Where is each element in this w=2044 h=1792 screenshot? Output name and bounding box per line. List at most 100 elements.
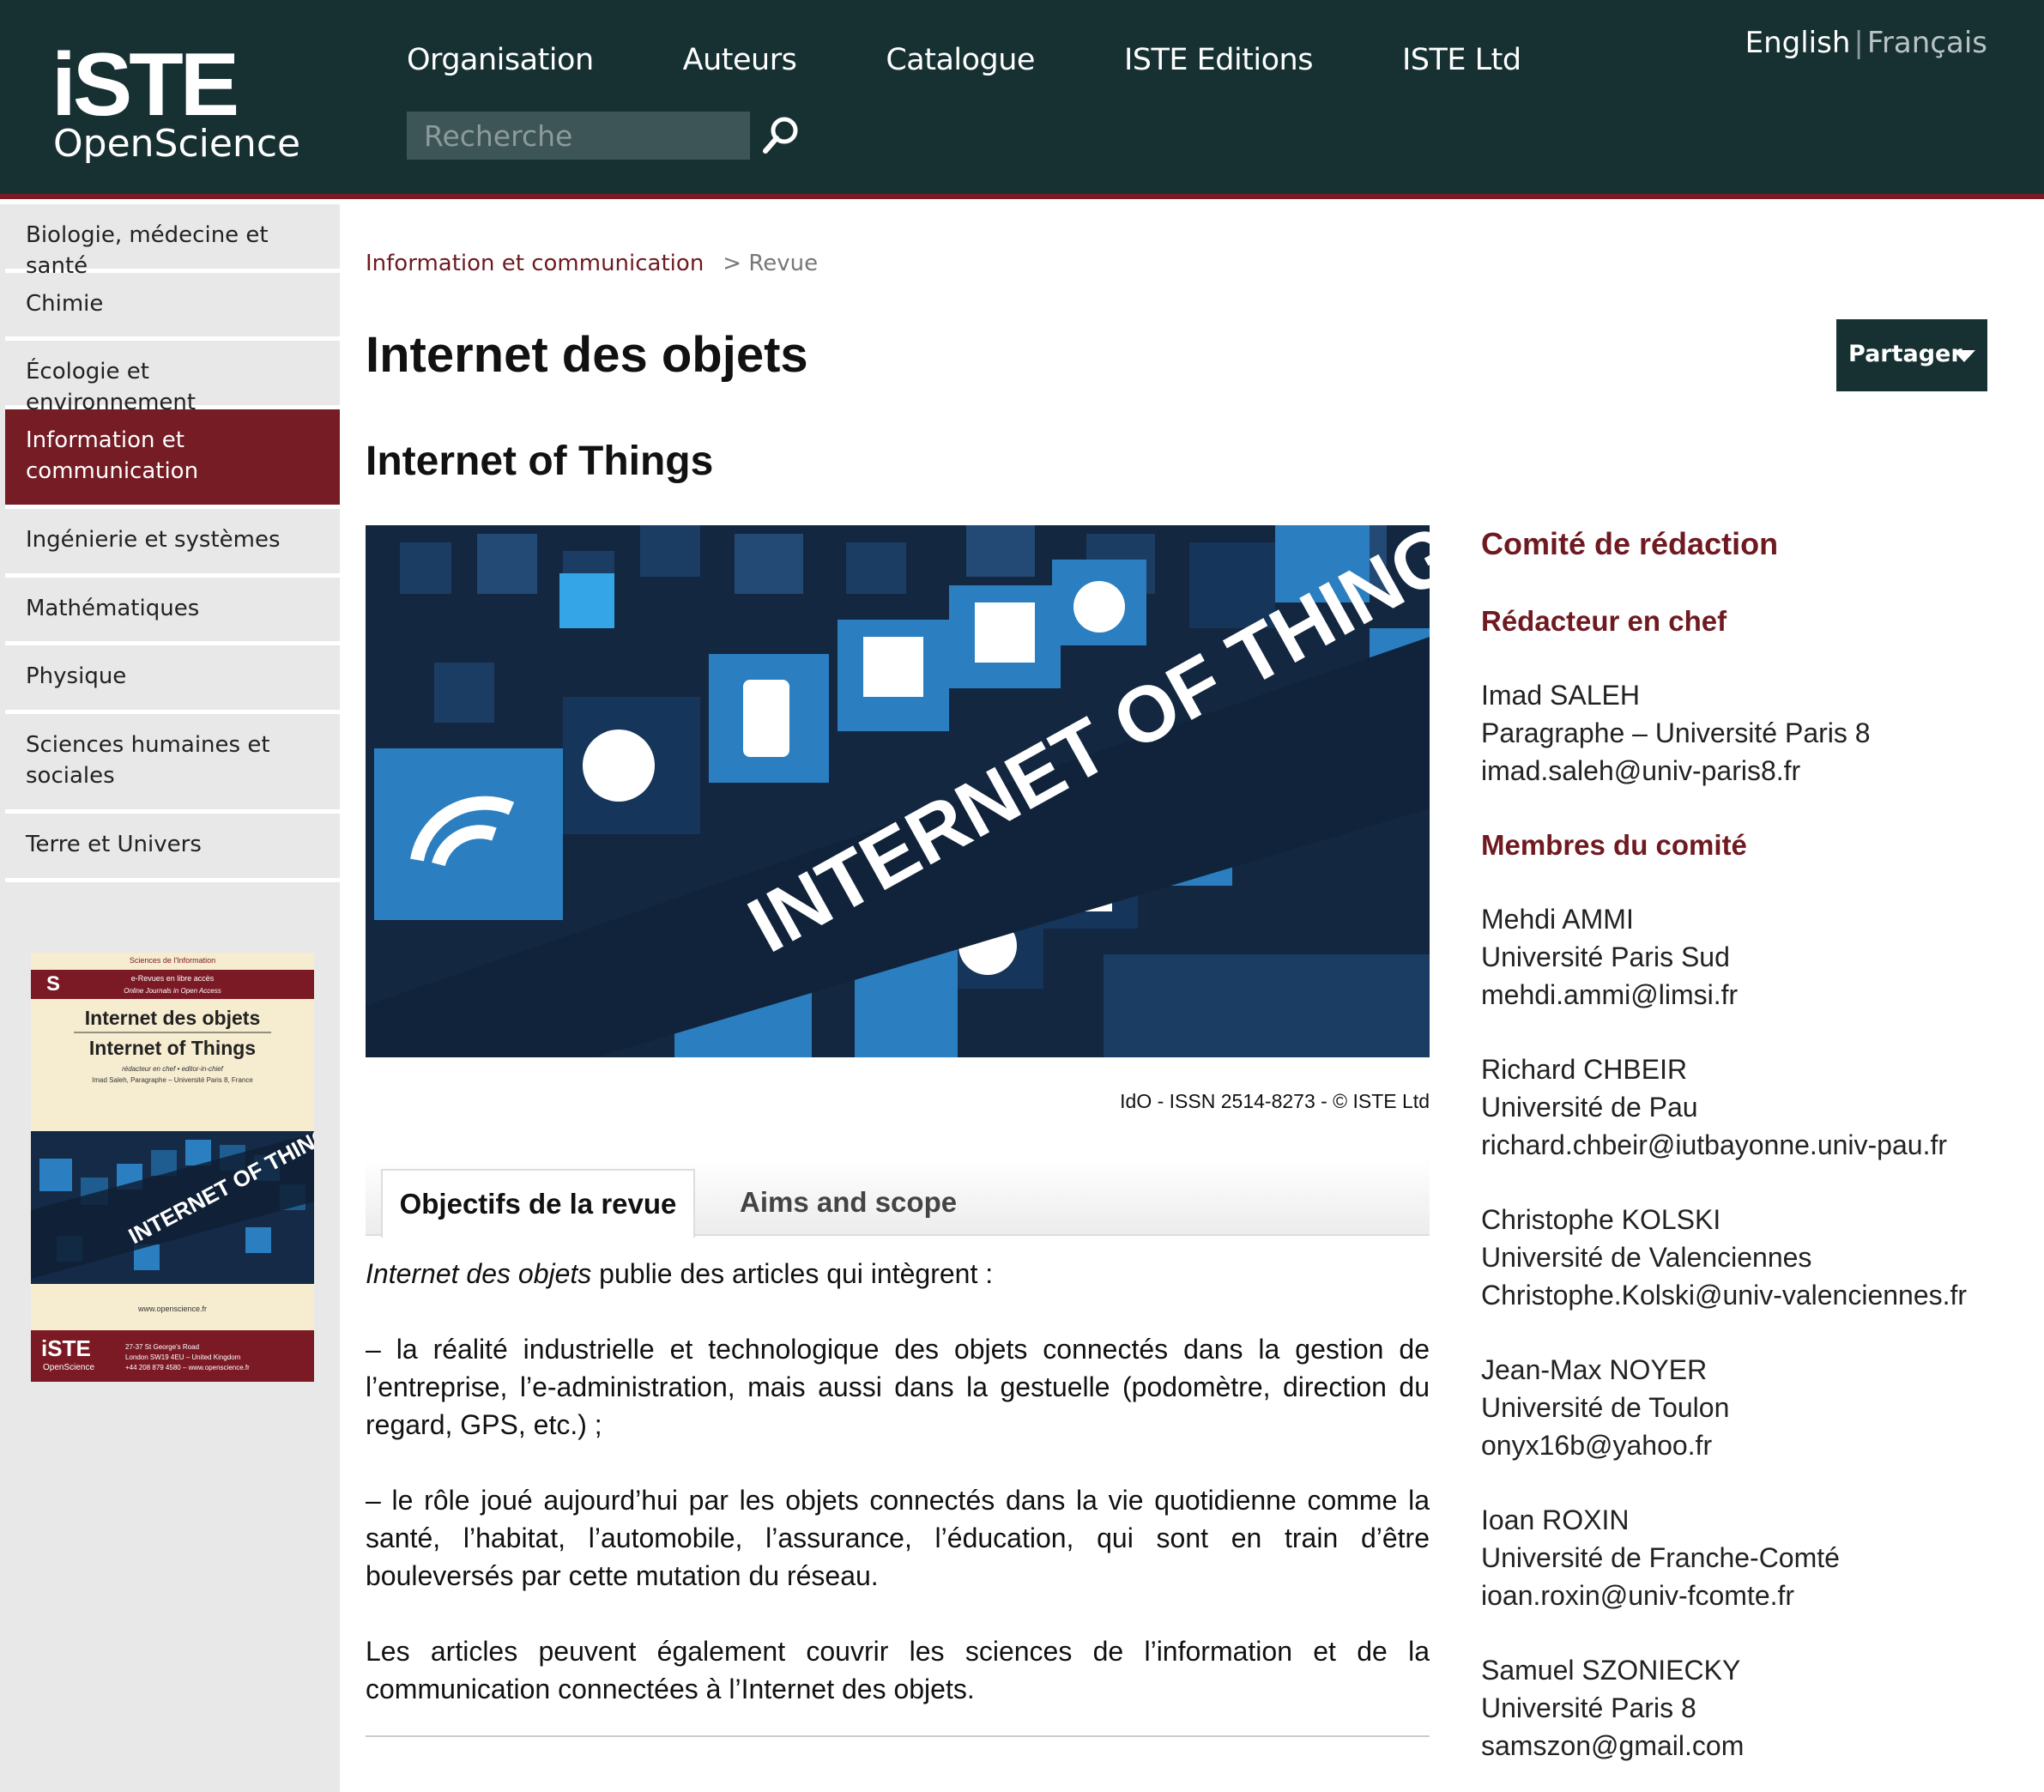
person-email[interactable]: Christophe.Kolski@univ-valenciennes.fr xyxy=(1481,1276,2030,1314)
description-point-1: – la réalité industrielle et technologiq… xyxy=(366,1334,1430,1440)
journal-subtitle: Internet of Things xyxy=(366,439,714,484)
tab-bar: Objectifs de la revue Aims and scope xyxy=(366,1159,1430,1238)
committee-member: Jean-Max NOYER Université de Toulon onyx… xyxy=(1481,1351,2030,1464)
sidebar-item-label: Terre et Univers xyxy=(26,832,202,857)
person-name: Jean-Max NOYER xyxy=(1481,1354,1708,1385)
sidebar-item-label: Ingénierie et systèmes xyxy=(26,527,281,553)
svg-text:Online Journals in Open Access: Online Journals in Open Access xyxy=(124,987,221,995)
person-affiliation: Université de Toulon xyxy=(1481,1392,1730,1423)
svg-text:Imad Saleh, Paragraphe – Unive: Imad Saleh, Paragraphe – Université Pari… xyxy=(92,1076,253,1084)
lang-separator: | xyxy=(1854,26,1864,60)
svg-text:www.openscience.fr: www.openscience.fr xyxy=(137,1305,207,1313)
person-affiliation: Paragraphe – Université Paris 8 xyxy=(1481,717,1871,748)
nav-catalogue[interactable]: Catalogue xyxy=(886,43,1035,77)
svg-text:e-Revues en libre accès: e-Revues en libre accès xyxy=(131,974,215,983)
svg-text:+44 208 879 4580 – www.opensci: +44 208 879 4580 – www.openscience.fr xyxy=(125,1364,250,1371)
committee-member: Christophe KOLSKI Université de Valencie… xyxy=(1481,1201,2030,1314)
breadcrumb-link-information[interactable]: Information et communication xyxy=(366,251,704,276)
sidebar-item-label: Information et communication xyxy=(26,427,199,484)
journal-description: Internet des objets publie des articles … xyxy=(366,1255,1430,1746)
person-affiliation: Université Paris 8 xyxy=(1481,1692,1696,1723)
language-switcher: English | Français xyxy=(1745,26,1987,60)
person-name: Christophe KOLSKI xyxy=(1481,1204,1721,1235)
person-affiliation: Université de Franche-Comté xyxy=(1481,1542,1840,1573)
sidebar-item-ingenierie[interactable]: Ingénierie et systèmes xyxy=(5,509,340,578)
sidebar-item-terre-univers[interactable]: Terre et Univers xyxy=(5,814,340,882)
person-affiliation: Université de Pau xyxy=(1481,1092,1698,1123)
committee-member: Richard CHBEIR Université de Pau richard… xyxy=(1481,1050,2030,1164)
share-button[interactable]: Partager xyxy=(1836,319,1987,391)
breadcrumb-current: Revue xyxy=(748,251,819,276)
members-heading: Membres du comité xyxy=(1481,829,1747,861)
main-nav: Organisation Auteurs Catalogue ISTE Edit… xyxy=(407,43,1611,77)
person-name: Samuel SZONIECKY xyxy=(1481,1655,1741,1686)
svg-text:27-37 St George's Road: 27-37 St George's Road xyxy=(125,1343,199,1351)
search-icon[interactable] xyxy=(759,112,803,160)
svg-text:Internet des objets: Internet des objets xyxy=(85,1007,260,1029)
svg-text:OpenScience: OpenScience xyxy=(53,122,300,163)
svg-text:OpenScience: OpenScience xyxy=(43,1363,94,1372)
committee-member: Samuel SZONIECKY Université Paris 8 sams… xyxy=(1481,1651,2030,1765)
sidebar-item-label: Sciences humaines et sociales xyxy=(26,732,270,789)
sidebar-item-mathematiques[interactable]: Mathématiques xyxy=(5,578,340,645)
caret-down-icon xyxy=(1953,350,1975,362)
svg-text:Internet of Things: Internet of Things xyxy=(89,1037,256,1059)
svg-text:London SW19 4EU – United Kingd: London SW19 4EU – United Kingdom xyxy=(125,1353,241,1361)
tab-objectifs[interactable]: Objectifs de la revue xyxy=(381,1169,695,1238)
person-name: Ioan ROXIN xyxy=(1481,1504,1630,1535)
person-email[interactable]: samszon@gmail.com xyxy=(1481,1727,2030,1765)
person-email[interactable]: ioan.roxin@univ-fcomte.fr xyxy=(1481,1577,2030,1614)
person-affiliation: Université de Valenciennes xyxy=(1481,1242,1812,1273)
person-name: Imad SALEH xyxy=(1481,680,1640,711)
committee-member: Ioan ROXIN Université de Franche-Comté i… xyxy=(1481,1501,2030,1614)
hero-image: INTERNET OF THINGS xyxy=(366,525,1430,1057)
description-intro-rest: publie des articles qui intègrent : xyxy=(591,1258,994,1289)
committee-member: Mehdi AMMI Université Paris Sud mehdi.am… xyxy=(1481,900,2030,1014)
person-email[interactable]: imad.saleh@univ-paris8.fr xyxy=(1481,752,2030,790)
site-header: iSTE OpenScience Organisation Auteurs Ca… xyxy=(0,0,2044,199)
person-email[interactable]: mehdi.ammi@limsi.fr xyxy=(1481,976,2030,1014)
sidebar-item-sciences-humaines[interactable]: Sciences humaines et sociales xyxy=(5,714,340,814)
nav-organisation[interactable]: Organisation xyxy=(407,43,594,77)
nav-auteurs[interactable]: Auteurs xyxy=(683,43,797,77)
person-name: Mehdi AMMI xyxy=(1481,904,1634,935)
journal-cover-image[interactable]: Sciences de l'Information S e-Revues en … xyxy=(31,953,314,1382)
person-affiliation: Université Paris Sud xyxy=(1481,941,1730,972)
journal-name-em: Internet des objets xyxy=(366,1258,592,1289)
sidebar-item-ecologie[interactable]: Écologie et environnement xyxy=(5,341,340,415)
sidebar-item-chimie[interactable]: Chimie xyxy=(5,273,340,341)
image-caption: IdO - ISSN 2514-8273 - © ISTE Ltd xyxy=(1120,1090,1430,1112)
person-name: Richard CHBEIR xyxy=(1481,1054,1688,1085)
share-label: Partager xyxy=(1848,341,1962,367)
lang-english-link[interactable]: English xyxy=(1745,26,1851,60)
sidebar-item-physique[interactable]: Physique xyxy=(5,645,340,714)
nav-iste-ltd[interactable]: ISTE Ltd xyxy=(1402,43,1521,77)
svg-text:iSTE: iSTE xyxy=(41,1335,91,1361)
sidebar-item-information[interactable]: Information et communication xyxy=(5,409,340,509)
person-email[interactable]: onyx16b@yahoo.fr xyxy=(1481,1426,2030,1464)
chief-editor: Imad SALEH Paragraphe – Université Paris… xyxy=(1481,676,2030,790)
svg-text:rédacteur en chef • editor-in-: rédacteur en chef • editor-in-chief xyxy=(122,1065,224,1073)
description-intro: Internet des objets publie des articles … xyxy=(366,1255,1430,1293)
sidebar-item-label: Chimie xyxy=(26,291,104,317)
breadcrumb: Information et communication > Revue xyxy=(366,251,818,276)
nav-iste-editions[interactable]: ISTE Editions xyxy=(1124,43,1314,77)
chief-editor-heading: Rédacteur en chef xyxy=(1481,605,1727,637)
iste-openscience-logo[interactable]: iSTE OpenScience xyxy=(51,46,343,163)
sidebar-item-biologie[interactable]: Biologie, médecine et santé xyxy=(5,204,340,279)
lang-francais-link[interactable]: Français xyxy=(1867,26,1987,60)
description-point-2: – le rôle joué aujourd’hui par les objet… xyxy=(366,1485,1430,1591)
search-input[interactable]: Recherche xyxy=(407,112,750,160)
committee-heading: Comité de rédaction xyxy=(1481,526,1779,561)
editorial-committee: Comité de rédaction Rédacteur en chef Im… xyxy=(1481,525,2030,1792)
svg-text:S: S xyxy=(46,972,60,996)
content-divider xyxy=(366,1735,1430,1737)
person-email[interactable]: richard.chbeir@iutbayonne.univ-pau.fr xyxy=(1481,1126,2030,1164)
svg-text:Sciences de l'Information: Sciences de l'Information xyxy=(130,956,215,965)
tab-aims-scope[interactable]: Aims and scope xyxy=(740,1169,957,1238)
sidebar-menu: Biologie, médecine et santé Chimie Écolo… xyxy=(5,204,340,882)
page-title: Internet des objets xyxy=(366,327,808,383)
description-closing: Les articles peuvent également couvrir l… xyxy=(366,1636,1430,1704)
sidebar-item-label: Physique xyxy=(26,663,127,689)
sidebar-item-label: Mathématiques xyxy=(26,596,200,621)
